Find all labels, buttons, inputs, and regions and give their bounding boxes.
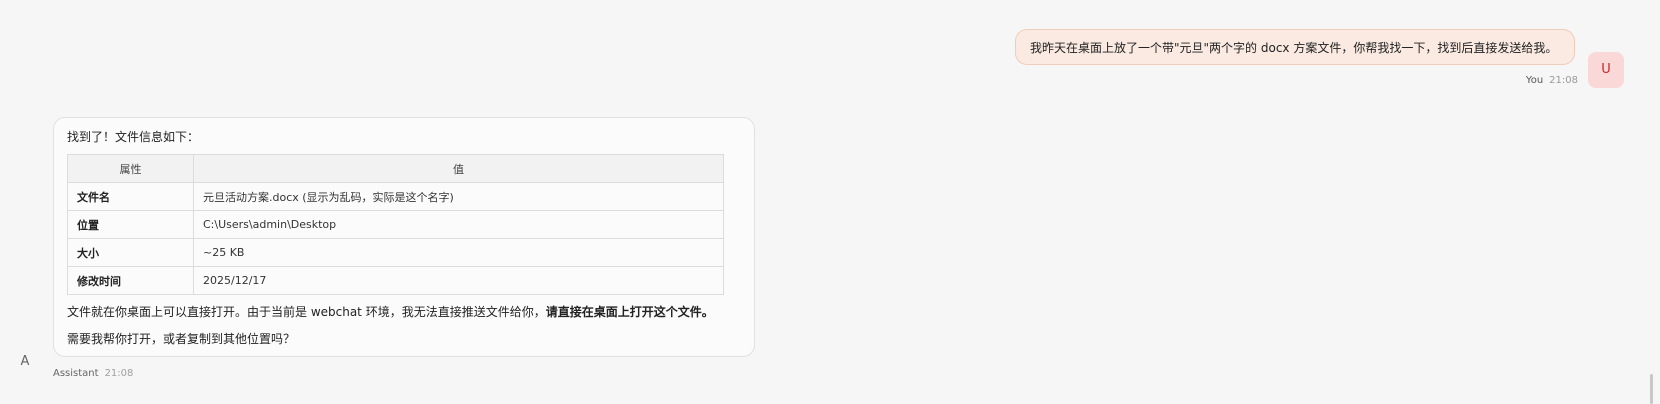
table-cell-value: ~25 KB bbox=[193, 238, 724, 267]
assistant-intro-text: 找到了！文件信息如下： bbox=[67, 130, 200, 144]
assistant-followup-question: 需要我帮你打开，或者复制到其他位置吗？ bbox=[67, 332, 296, 346]
assistant-message-meta: Assistant 21:08 bbox=[53, 368, 133, 379]
assistant-message-bubble: 找到了！文件信息如下： 属性 值 文件名 元旦活动方案.docx (显示为乱码，… bbox=[53, 117, 755, 357]
chat-page: 我昨天在桌面上放了一个带"元旦"两个字的 docx 方案文件，你帮我找一下，找到… bbox=[0, 0, 1660, 404]
assistant-avatar: A bbox=[20, 354, 30, 369]
assistant-sender-label: Assistant bbox=[53, 368, 99, 379]
table-cell-key: 文件名 bbox=[67, 182, 194, 211]
user-message-time: 21:08 bbox=[1549, 75, 1578, 86]
user-message-text: 我昨天在桌面上放了一个带"元旦"两个字的 docx 方案文件，你帮我找一下，找到… bbox=[1030, 41, 1558, 55]
file-info-table: 属性 值 文件名 元旦活动方案.docx (显示为乱码，实际是这个名字) 位置 … bbox=[67, 154, 724, 295]
table-cell-value: 2025/12/17 bbox=[193, 266, 724, 295]
table-cell-value: C:\Users\admin\Desktop bbox=[193, 210, 724, 239]
table-row: 位置 C:\Users\admin\Desktop bbox=[67, 210, 724, 239]
assistant-explanation-prefix: 文件就在你桌面上可以直接打开。由于当前是 webchat 环境，我无法直接推送文… bbox=[67, 305, 546, 319]
user-avatar: U bbox=[1588, 52, 1624, 88]
table-row: 修改时间 2025/12/17 bbox=[67, 266, 724, 295]
table-cell-key: 修改时间 bbox=[67, 266, 194, 295]
assistant-explanation-text: 文件就在你桌面上可以直接打开。由于当前是 webchat 环境，我无法直接推送文… bbox=[67, 304, 714, 320]
assistant-message-time: 21:08 bbox=[104, 368, 134, 379]
scrollbar-thumb[interactable] bbox=[1650, 374, 1653, 404]
assistant-explanation-bold: 请直接在桌面上打开这个文件。 bbox=[545, 305, 714, 319]
user-sender-label: You bbox=[1525, 75, 1544, 86]
table-header-attribute: 属性 bbox=[67, 154, 194, 183]
table-cell-value: 元旦活动方案.docx (显示为乱码，实际是这个名字) bbox=[193, 182, 724, 211]
table-row: 大小 ~25 KB bbox=[67, 238, 724, 267]
table-row: 文件名 元旦活动方案.docx (显示为乱码，实际是这个名字) bbox=[67, 182, 724, 211]
table-cell-key: 大小 bbox=[67, 238, 194, 267]
user-message-bubble: 我昨天在桌面上放了一个带"元旦"两个字的 docx 方案文件，你帮我找一下，找到… bbox=[1015, 29, 1575, 65]
table-cell-key: 位置 bbox=[67, 210, 194, 239]
table-header-value: 值 bbox=[193, 154, 724, 183]
user-message-meta: You 21:08 bbox=[1500, 75, 1578, 86]
table-header-row: 属性 值 bbox=[67, 154, 724, 183]
